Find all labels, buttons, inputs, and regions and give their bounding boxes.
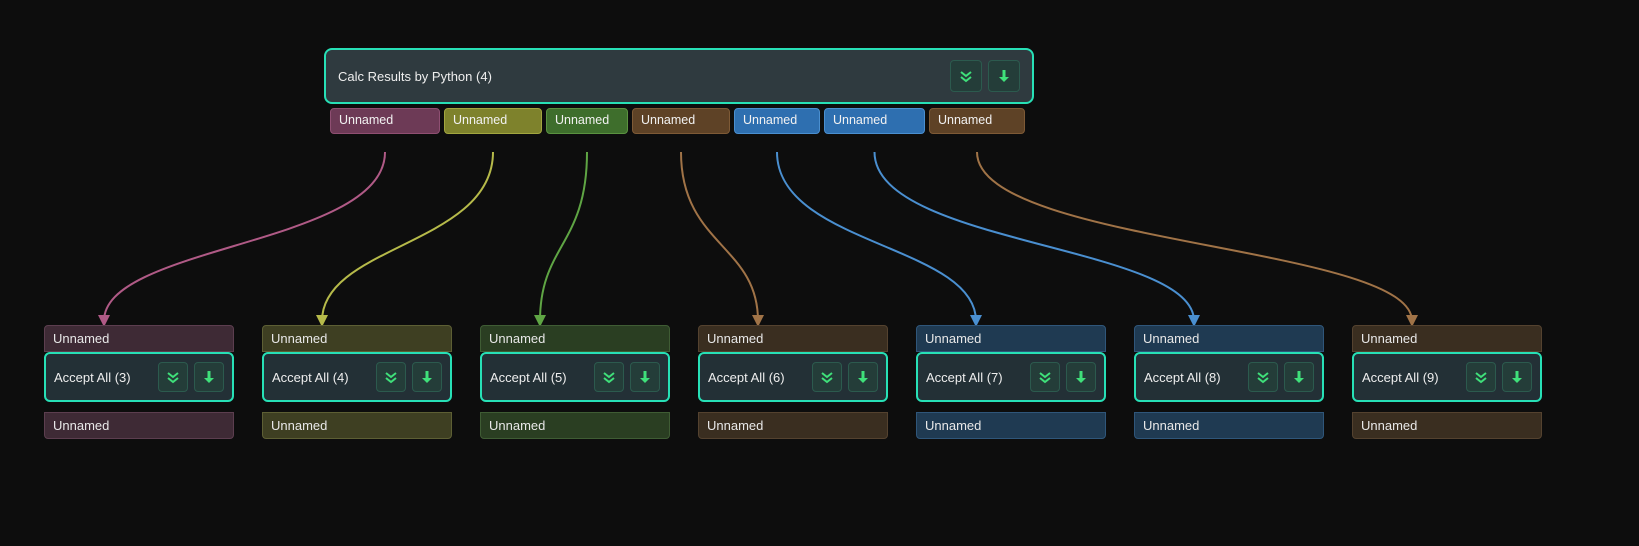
port-name: Unnamed bbox=[555, 113, 619, 129]
input-port[interactable]: Unnamed bbox=[698, 325, 888, 352]
node-body[interactable]: Accept All (6) bbox=[698, 352, 888, 402]
node-buttons bbox=[594, 362, 660, 392]
node-title: Accept All (3) bbox=[54, 370, 131, 385]
node-accept-all-1[interactable]: Unnamed Accept All (4) Unnamed bbox=[262, 325, 452, 439]
wire-pose bbox=[777, 152, 976, 321]
port-name: Unnamed bbox=[707, 331, 763, 346]
node-buttons bbox=[376, 362, 442, 392]
port-name: Unnamed bbox=[743, 113, 811, 129]
output-port-str[interactable]: Unnamed bbox=[632, 108, 730, 134]
port-name: Unnamed bbox=[489, 331, 545, 346]
arrow-down-icon[interactable] bbox=[1502, 362, 1532, 392]
port-name: Unnamed bbox=[453, 113, 533, 129]
node-title: Calc Results by Python (4) bbox=[338, 69, 492, 84]
arrow-down-icon[interactable] bbox=[630, 362, 660, 392]
input-port[interactable]: Unnamed bbox=[1352, 325, 1542, 352]
node-title: Accept All (7) bbox=[926, 370, 1003, 385]
port-name: Unnamed bbox=[707, 418, 763, 433]
node-body[interactable]: Accept All (9) bbox=[1352, 352, 1542, 402]
input-port[interactable]: Unnamed bbox=[1134, 325, 1324, 352]
node-buttons bbox=[1466, 362, 1532, 392]
port-name: Unnamed bbox=[1143, 331, 1199, 346]
port-name: Unnamed bbox=[53, 418, 109, 433]
port-name: Unnamed bbox=[489, 418, 545, 433]
input-port[interactable]: Unnamed bbox=[480, 325, 670, 352]
output-port-s3d[interactable]: Unnamed bbox=[929, 108, 1025, 134]
wire-bool bbox=[540, 152, 587, 321]
expand-down-icon[interactable] bbox=[1248, 362, 1278, 392]
port-name: Unnamed bbox=[1361, 418, 1417, 433]
expand-down-icon[interactable] bbox=[376, 362, 406, 392]
arrow-down-icon[interactable] bbox=[848, 362, 878, 392]
node-header[interactable]: Calc Results by Python (4) bbox=[324, 48, 1034, 104]
node-buttons bbox=[158, 362, 224, 392]
node-title: Accept All (9) bbox=[1362, 370, 1439, 385]
node-buttons bbox=[1248, 362, 1314, 392]
wire-p2d bbox=[875, 152, 1195, 321]
wire-s3d bbox=[977, 152, 1412, 321]
port-name: Unnamed bbox=[271, 418, 327, 433]
node-calc-results[interactable]: Calc Results by Python (4) bbox=[324, 48, 1034, 104]
port-name: Unnamed bbox=[641, 113, 721, 129]
node-body[interactable]: Accept All (4) bbox=[262, 352, 452, 402]
port-name: Unnamed bbox=[1361, 331, 1417, 346]
node-buttons bbox=[812, 362, 878, 392]
node-body[interactable]: Accept All (7) bbox=[916, 352, 1106, 402]
wire-num bbox=[104, 152, 385, 321]
output-port[interactable]: Unnamed bbox=[262, 412, 452, 439]
output-port-idx[interactable]: Unnamed bbox=[444, 108, 542, 134]
node-body[interactable]: Accept All (5) bbox=[480, 352, 670, 402]
node-accept-all-5[interactable]: Unnamed Accept All (8) Unnamed bbox=[1134, 325, 1324, 439]
output-port[interactable]: Unnamed bbox=[44, 412, 234, 439]
node-accept-all-3[interactable]: Unnamed Accept All (6) Unnamed bbox=[698, 325, 888, 439]
arrow-down-icon[interactable] bbox=[412, 362, 442, 392]
output-port[interactable]: Unnamed bbox=[1352, 412, 1542, 439]
node-title: Accept All (6) bbox=[708, 370, 785, 385]
input-port[interactable]: Unnamed bbox=[44, 325, 234, 352]
node-body[interactable]: Accept All (3) bbox=[44, 352, 234, 402]
node-accept-all-2[interactable]: Unnamed Accept All (5) Unnamed bbox=[480, 325, 670, 439]
output-port[interactable]: Unnamed bbox=[916, 412, 1106, 439]
expand-down-icon[interactable] bbox=[1466, 362, 1496, 392]
input-port[interactable]: Unnamed bbox=[262, 325, 452, 352]
node-title: Accept All (4) bbox=[272, 370, 349, 385]
port-name: Unnamed bbox=[833, 113, 916, 129]
port-name: Unnamed bbox=[1143, 418, 1199, 433]
port-name: Unnamed bbox=[53, 331, 109, 346]
output-port-p2d[interactable]: Unnamed bbox=[824, 108, 925, 134]
graph-canvas[interactable]: Calc Results by Python (4) UnnamedUnname… bbox=[0, 0, 1639, 546]
output-port-num[interactable]: Unnamed bbox=[330, 108, 440, 134]
expand-down-icon[interactable] bbox=[1030, 362, 1060, 392]
arrow-down-icon[interactable] bbox=[988, 60, 1020, 92]
output-port[interactable]: Unnamed bbox=[698, 412, 888, 439]
node-accept-all-4[interactable]: Unnamed Accept All (7) Unnamed bbox=[916, 325, 1106, 439]
arrow-down-icon[interactable] bbox=[194, 362, 224, 392]
wire-idx bbox=[322, 152, 493, 321]
port-name: Unnamed bbox=[271, 331, 327, 346]
output-port-pose[interactable]: Unnamed bbox=[734, 108, 820, 134]
node-title: Accept All (8) bbox=[1144, 370, 1221, 385]
node-buttons bbox=[1030, 362, 1096, 392]
node-accept-all-0[interactable]: Unnamed Accept All (3) Unnamed bbox=[44, 325, 234, 439]
input-port[interactable]: Unnamed bbox=[916, 325, 1106, 352]
node-accept-all-6[interactable]: Unnamed Accept All (9) Unnamed bbox=[1352, 325, 1542, 439]
port-name: Unnamed bbox=[938, 113, 1016, 129]
node-buttons bbox=[950, 60, 1020, 92]
output-port[interactable]: Unnamed bbox=[1134, 412, 1324, 439]
expand-down-icon[interactable] bbox=[950, 60, 982, 92]
expand-down-icon[interactable] bbox=[158, 362, 188, 392]
port-name: Unnamed bbox=[339, 113, 431, 129]
output-port[interactable]: Unnamed bbox=[480, 412, 670, 439]
arrow-down-icon[interactable] bbox=[1066, 362, 1096, 392]
expand-down-icon[interactable] bbox=[812, 362, 842, 392]
node-body[interactable]: Accept All (8) bbox=[1134, 352, 1324, 402]
port-name: Unnamed bbox=[925, 331, 981, 346]
expand-down-icon[interactable] bbox=[594, 362, 624, 392]
node-title: Accept All (5) bbox=[490, 370, 567, 385]
output-port-bool[interactable]: Unnamed bbox=[546, 108, 628, 134]
wire-str bbox=[681, 152, 758, 321]
port-name: Unnamed bbox=[925, 418, 981, 433]
arrow-down-icon[interactable] bbox=[1284, 362, 1314, 392]
